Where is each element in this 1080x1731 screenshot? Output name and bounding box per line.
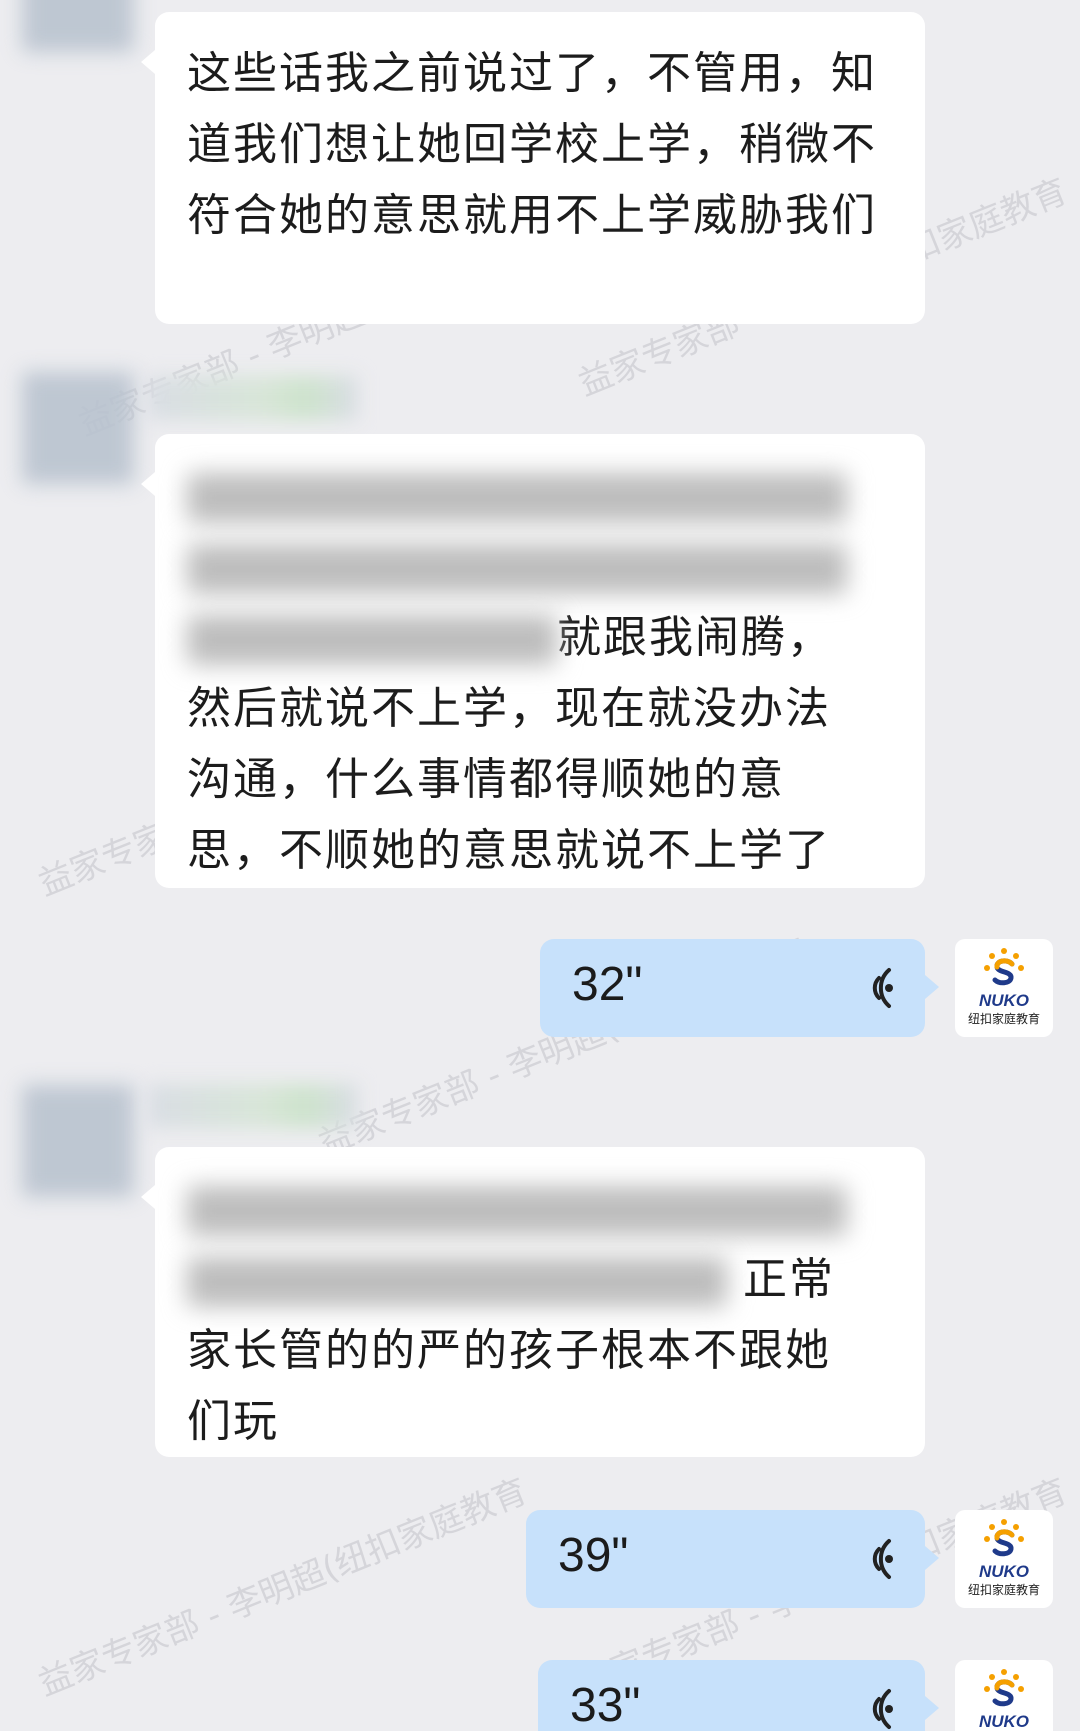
message-text-fragment: 就跟我闹腾， [557,612,833,663]
incoming-message[interactable]: 这些话我之前说过了，不管用，知道我们想让她回学校上学，稍微不符合她的意思就用不上… [141,12,925,324]
incoming-message[interactable]: 就跟我闹腾， 然后就说不上学，现在就没办法 沟通，什么事情都得顺她的意 思，不顺… [141,434,925,888]
message-text: 这些话我之前说过了，不管用，知道我们想让她回学校上学，稍微不符合她的意思就用不上… [187,48,877,241]
message-line: 沟通，什么事情都得顺她的意 [187,754,785,805]
voice-duration: 33" [570,1679,641,1731]
voice-message[interactable]: 32" [540,939,939,1037]
my-avatar[interactable]: NUKO 纽扣家庭教育 [955,1510,1053,1608]
contact-avatar[interactable] [22,372,134,484]
logo-subtitle: 纽扣家庭教育 [967,1583,1040,1597]
watermark: 益家专家部 - 李明超(纽扣家庭教育 [32,1471,533,1705]
sun-s-logo-icon [984,1519,1024,1557]
chat-view[interactable]: 益家专家部 - 李明超(纽扣家庭教育 益家专家部 - 李明超(纽扣家庭教育 益家… [0,0,1080,1731]
message-line: 思，不顺她的意思就说不上学了 [187,825,831,876]
message-redacted-line [187,460,893,531]
message-line: 然后就说不上学，现在就没办法 [187,683,831,734]
message-line: 们玩 [187,1396,279,1447]
voice-message[interactable]: 39" [526,1510,939,1608]
voice-duration: 39" [558,1529,629,1582]
incoming-message[interactable]: 正常 家长管的的严的孩子根本不跟她 们玩 [141,1147,925,1457]
contact-name [148,1084,358,1128]
logo-word: NUKO [978,1712,1030,1731]
voice-message[interactable]: 33" [538,1660,939,1731]
voice-duration: 32" [572,958,643,1011]
voice-wave-icon [872,968,893,1008]
voice-wave-icon [872,1689,893,1729]
contact-avatar[interactable] [22,1085,134,1197]
logo-subtitle: 纽扣家庭教育 [967,1012,1040,1026]
logo-word: NUKO [978,991,1030,1010]
message-line: 正常 [187,1244,893,1315]
logo-word: NUKO [978,1562,1030,1581]
sun-s-logo-icon [984,948,1024,986]
message-line: 家长管的的严的孩子根本不跟她 [187,1325,831,1376]
message-redacted-line [187,531,893,602]
contact-avatar[interactable] [22,0,134,52]
message-text-fragment: 正常 [743,1254,835,1305]
contact-name [148,376,358,420]
my-avatar[interactable]: NUKO [955,1660,1053,1731]
voice-wave-icon [872,1539,893,1579]
message-redacted-line [187,1173,893,1244]
message-line: 就跟我闹腾， [187,602,893,673]
my-avatar[interactable]: NUKO 纽扣家庭教育 [955,939,1053,1037]
sun-s-logo-icon [984,1669,1024,1707]
